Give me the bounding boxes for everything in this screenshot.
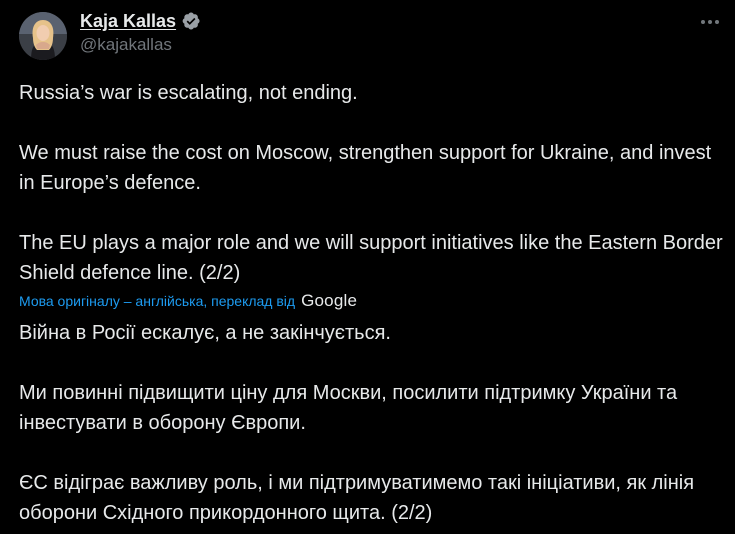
author-display-name[interactable]: Kaja Kallas bbox=[80, 11, 176, 32]
translation-note[interactable]: Мова оригіналу – англійська, переклад ві… bbox=[19, 289, 357, 313]
translated-text: Війна в Росії ескалує, а не закінчується… bbox=[19, 322, 695, 524]
avatar-photo-icon bbox=[19, 12, 67, 60]
author-handle[interactable]: @kajakallas bbox=[80, 35, 201, 55]
tweet-text: Russia’s war is escalating, not ending. … bbox=[19, 82, 723, 284]
more-options-button[interactable] bbox=[697, 10, 723, 34]
tweet-header: Kaja Kallas @kajakallas bbox=[19, 10, 727, 60]
verified-badge-icon[interactable] bbox=[181, 11, 201, 31]
display-name-row: Kaja Kallas bbox=[80, 10, 201, 32]
translation-note-label: Мова оригіналу – англійська, переклад ві… bbox=[19, 293, 296, 309]
google-logo-icon: Google bbox=[301, 291, 358, 310]
more-options-icon bbox=[701, 20, 719, 24]
avatar[interactable] bbox=[19, 12, 67, 60]
author-names: Kaja Kallas @kajakallas bbox=[80, 10, 201, 55]
